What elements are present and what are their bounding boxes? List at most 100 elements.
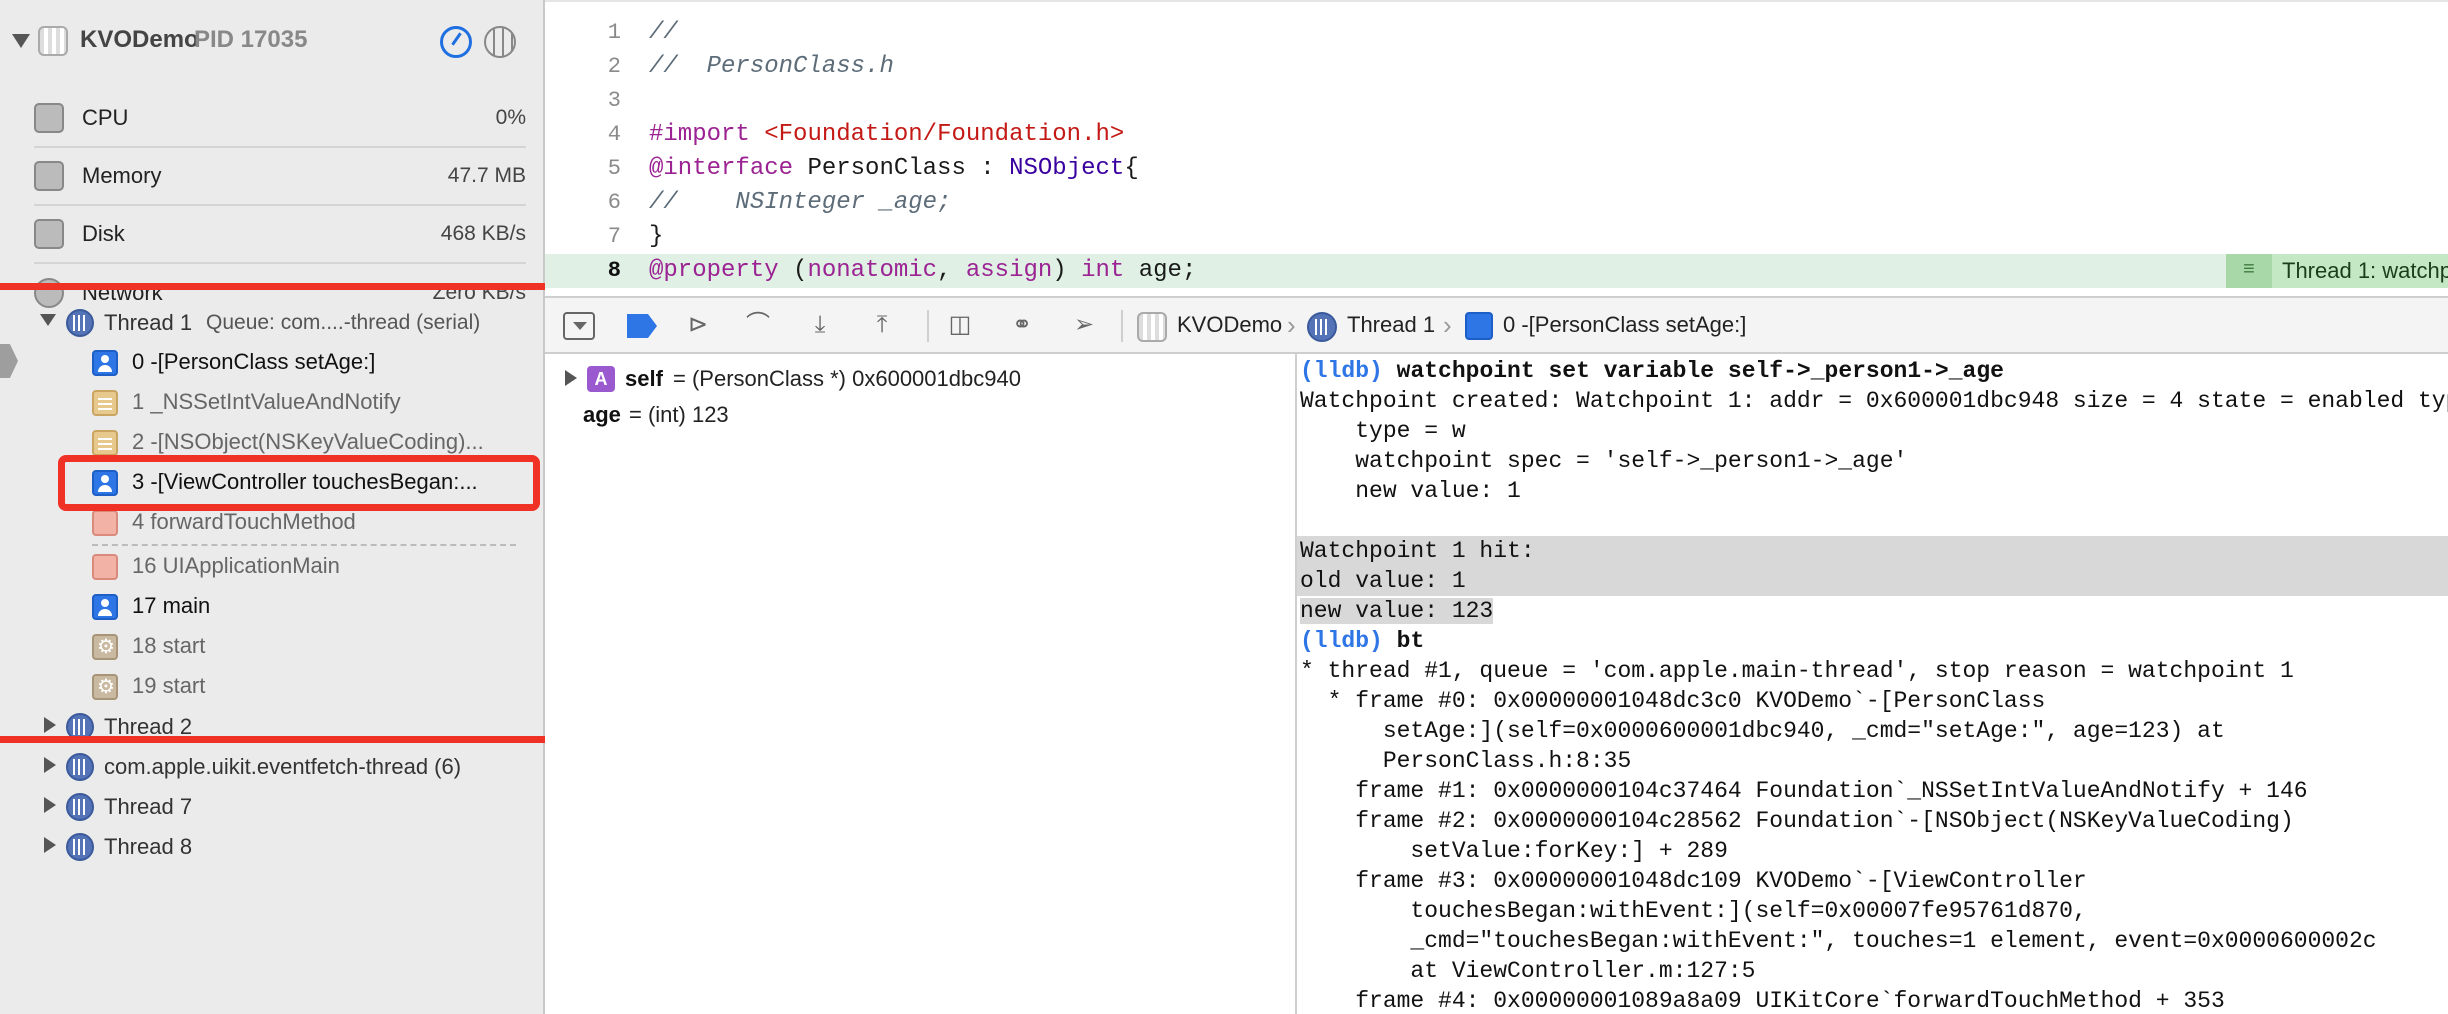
variable-value: = (PersonClass *) 0x600001dbc940 (673, 366, 1021, 391)
step-out-icon[interactable]: ⤒ (865, 310, 899, 340)
disclosure-triangle-icon[interactable] (44, 837, 56, 853)
stack-frame-19[interactable]: 19 start (92, 666, 532, 706)
thread-row-7[interactable]: Thread 7 (0, 786, 543, 826)
continue-icon[interactable] (627, 314, 657, 338)
chevron-right-icon: › (1287, 310, 1296, 340)
disk-icon (34, 219, 64, 249)
breadcrumb-process[interactable]: KVODemo (1177, 312, 1282, 338)
console-line: new value: 1 (1300, 478, 1521, 504)
gauge-value: 47.7 MB (447, 164, 526, 187)
gear-icon (92, 634, 118, 660)
thread-row-eventfetch[interactable]: com.apple.uikit.eventfetch-thread (6) (0, 746, 543, 786)
uikit-icon (92, 510, 118, 536)
line-number: 3 (607, 88, 621, 113)
console-line: Watchpoint 1 hit: (1297, 536, 2448, 566)
thread-icon (1307, 312, 1337, 342)
console-line: frame #2: 0x0000000104c28562 Foundation`… (1300, 808, 2294, 834)
disclosure-triangle-icon[interactable] (12, 34, 30, 48)
breadcrumb-thread[interactable]: Thread 1 (1347, 312, 1435, 338)
argument-badge-icon: A (587, 366, 615, 392)
thread-icon (66, 309, 94, 337)
gauge-cpu[interactable]: CPU 0% (34, 90, 526, 148)
disclosure-triangle-icon[interactable] (44, 717, 56, 733)
breadcrumb-frame[interactable]: 0 -[PersonClass setAge:] (1503, 312, 1746, 338)
console-line: _cmd="touchesBegan:withEvent:", touches=… (1300, 928, 2377, 954)
simulate-location-icon[interactable]: ➢ (1067, 310, 1101, 340)
thread-stop-badge[interactable]: ≡ Thread 1: watchpoint 1 (2226, 254, 2448, 288)
gauge-memory[interactable]: Memory 47.7 MB (34, 148, 526, 206)
line-number: 4 (607, 122, 621, 147)
thread-name: com.apple.uikit.eventfetch-thread (6) (104, 754, 462, 779)
console-line: setAge:](self=0x0000600001dbc940, _cmd="… (1300, 718, 2225, 744)
thread-name: Thread 8 (104, 834, 193, 859)
stack-frame-16[interactable]: 16 UIApplicationMain (92, 546, 532, 586)
variables-view[interactable]: A self = (PersonClass *) 0x600001dbc940 … (545, 354, 1297, 1014)
thread-stop-label: Thread 1: watchpoint 1 (2272, 254, 2448, 288)
stack-frame-0[interactable]: 0 -[PersonClass setAge:] (92, 342, 532, 382)
code-keyword: assign (965, 257, 1053, 284)
console-line: watchpoint spec = 'self->_person1->_age' (1300, 448, 1908, 474)
console-line: frame #3: 0x00000001048dc109 KVODemo`-[V… (1300, 868, 2087, 894)
variable-row[interactable]: age = (int) 123 (545, 396, 1297, 430)
disclosure-triangle-icon[interactable] (44, 797, 56, 813)
source-editor[interactable]: 1 // 2 // PersonClass.h 3 4 #import <Fou… (545, 0, 2448, 296)
deactivate-breakpoints-icon[interactable]: ⊳ (681, 310, 715, 340)
variable-name: self (625, 366, 663, 391)
variable-row[interactable]: A self = (PersonClass *) 0x600001dbc940 (545, 360, 1297, 394)
process-pid: PID 17035 (194, 26, 308, 53)
step-into-icon[interactable]: ⤓ (803, 310, 837, 340)
console-line: (lldb) bt (1297, 626, 2448, 656)
thread-icon (66, 713, 94, 741)
gauge-label: Disk (82, 221, 125, 246)
user-code-icon (92, 470, 118, 496)
code-keyword: @interface (649, 155, 794, 182)
lldb-console[interactable]: (lldb) watchpoint set variable self->_pe… (1297, 354, 2448, 1014)
code-line: 3 (545, 84, 2448, 118)
frame-label: 3 -[ViewController touchesBegan:... (132, 469, 478, 494)
frame-label: 2 -[NSObject(NSKeyValueCoding)... (132, 429, 484, 454)
console-line: old value: 1 (1297, 566, 2448, 596)
thread-row-8[interactable]: Thread 8 (0, 826, 543, 866)
debug-navigator: KVODemo PID 17035 CPU 0% Memory 47.7 MB … (0, 0, 545, 1014)
thread-row-1[interactable]: Thread 1 Queue: com....-thread (serial) (0, 302, 543, 342)
stack-frame-17[interactable]: 17 main (92, 586, 532, 626)
view-hierarchy-icon[interactable]: ◫ (943, 310, 977, 340)
debug-gauge-icon[interactable] (440, 26, 472, 58)
console-line: * thread #1, queue = 'com.apple.main-thr… (1300, 658, 2294, 684)
hide-debug-area-icon[interactable] (563, 312, 595, 340)
lldb-prompt: (lldb) (1300, 628, 1383, 654)
cpu-icon (34, 103, 64, 133)
code-line-current: 8 @property (nonatomic, assign) int age;… (545, 254, 2448, 288)
gauge-disk[interactable]: Disk 468 KB/s (34, 206, 526, 264)
disclosure-triangle-icon[interactable] (565, 370, 577, 386)
gear-icon (92, 674, 118, 700)
stack-frame-1[interactable]: 1 _NSSetIntValueAndNotify (92, 382, 532, 422)
stack-frame-18[interactable]: 18 start (92, 626, 532, 666)
thread-row-2[interactable]: Thread 2 (0, 706, 543, 746)
thread-view-icon[interactable] (484, 26, 516, 58)
gauge-label: CPU (82, 105, 129, 130)
memory-graph-icon[interactable]: ⚭ (1005, 310, 1039, 340)
console-command: bt (1396, 628, 1425, 654)
code-line: 7 } (545, 220, 2448, 254)
user-code-icon (1465, 312, 1493, 340)
code-text: // (649, 19, 678, 46)
frame-label: 0 -[PersonClass setAge:] (132, 349, 376, 374)
console-line: frame #4: 0x00000001089a8a09 UIKitCore`f… (1300, 988, 2225, 1014)
disclosure-triangle-icon[interactable] (40, 314, 56, 326)
code-keyword: nonatomic (807, 257, 938, 284)
step-over-icon[interactable]: ⌒ (741, 310, 775, 340)
code-punct: ( (793, 257, 808, 284)
code-punct: : (965, 155, 1010, 182)
frame-label: 16 UIApplicationMain (132, 553, 340, 578)
stack-frame-2[interactable]: 2 -[NSObject(NSKeyValueCoding)... (92, 422, 532, 462)
toolbar-divider (927, 310, 929, 342)
disclosure-triangle-icon[interactable] (44, 757, 56, 773)
stack-frame-3[interactable]: 3 -[ViewController touchesBegan:... (92, 462, 532, 502)
console-line: setValue:forKey:] + 289 (1300, 838, 1728, 864)
current-thread-marker-icon (0, 344, 18, 378)
gauge-value: 468 KB/s (440, 222, 526, 245)
stack-frame-4[interactable]: 4 forwardTouchMethod (92, 502, 532, 542)
line-number: 6 (607, 190, 621, 215)
uikit-icon (92, 554, 118, 580)
